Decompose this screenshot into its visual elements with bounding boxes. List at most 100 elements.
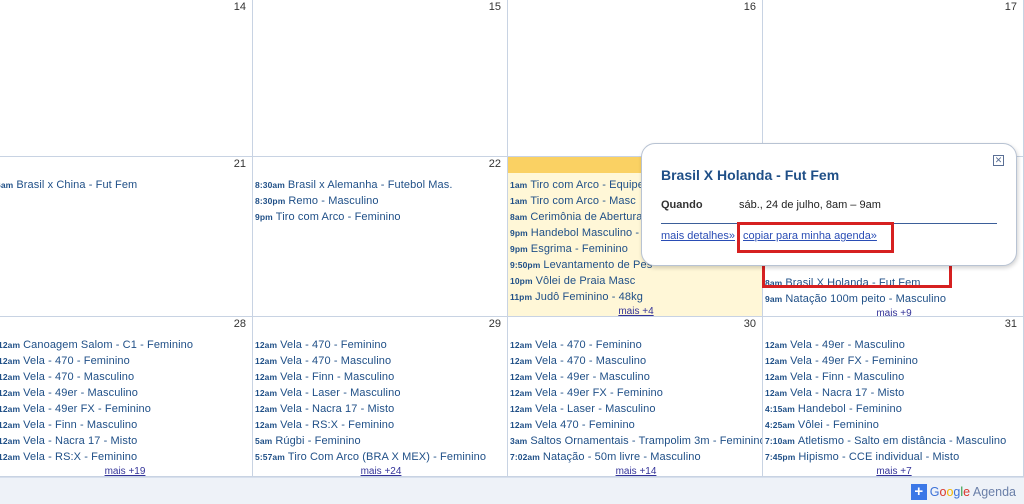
event-time: 9pm [255,212,273,222]
event-list: 12am Vela - 470 - Feminino 12am Vela - 470 … [255,337,507,476]
calendar-event[interactable]: 12am Canoagem Salom - C1 - Feminino [0,337,252,353]
calendar-event[interactable]: 7:02am Natação - 50m livre - Masculino [510,449,762,465]
event-title: Atletismo - Salto em distância - Masculi… [797,435,1007,447]
day-number[interactable]: 22 [489,158,501,170]
calendar-event[interactable]: 4:15am Handebol - Feminino [765,401,1023,417]
calendar-event[interactable]: 12am Vela - 470 - Masculino [510,353,762,369]
calendar-event[interactable]: 12am Vela - 470 - Feminino [510,337,762,353]
calendar-event[interactable]: 12am Vela - 49er FX - Feminino [765,353,1023,369]
calendar-event[interactable]: 7:45pm Hipismo - CCE individual - Misto [765,449,1023,465]
calendar-event[interactable]: 9am Natação 100m peito - Masculino [765,291,1023,307]
event-time: 12am [0,372,21,382]
day-cell[interactable]: 31 12am Vela - 49er - Masculino 12am Vela -… [763,317,1024,477]
day-number[interactable]: 30 [744,318,756,330]
event-time: 12am [765,356,788,366]
calendar-event[interactable]: 3am Saltos Ornamentais - Trampolim 3m - F… [510,433,762,449]
more-events-link[interactable]: mais +24 [255,465,507,476]
calendar-event[interactable]: 5:57am Tiro Com Arco (BRA X MEX) - Femini… [255,449,507,465]
more-events-link[interactable]: mais +14 [510,465,762,476]
calendar-event[interactable]: 4:25am Vôlei - Feminino [765,417,1023,433]
calendar-event[interactable]: 12am Vela - 49er - Masculino [765,337,1023,353]
event-time: 12am [765,372,788,382]
more-details-link[interactable]: mais detalhes» [661,230,735,242]
event-time: 5:57am [255,452,285,462]
calendar-event[interactable]: 12am Vela - 470 - Feminino [0,353,252,369]
calendar-event[interactable]: 7:10am Atletismo - Salto em distância - M… [765,433,1023,449]
day-cell[interactable]: 29 12am Vela - 470 - Feminino 12am Vela - 4… [253,317,508,477]
calendar-event[interactable]: 12am Vela - Laser - Masculino [510,401,762,417]
calendar-event[interactable]: 5am Rúgbi - Feminino [255,433,507,449]
event-list: 12am Canoagem Salom - C1 - Feminino 12am Ve… [0,337,252,476]
calendar-event[interactable]: 12am Vela - Finn - Masculino [765,369,1023,385]
day-cell[interactable]: 22 8:30am Brasil x Alemanha - Futebol Mas… [253,157,508,317]
close-icon[interactable]: ✕ [993,155,1004,166]
day-cell[interactable]: 30 12am Vela - 470 - Feminino 12am Vela - 4… [508,317,763,477]
calendar-event[interactable]: 12am Vela - Nacra 17 - Misto [765,385,1023,401]
calendar-event[interactable]: 12am Vela - 470 - Feminino [255,337,507,353]
event-list: 6amBrasil x China - Fut Fem [0,177,252,193]
calendar-event[interactable]: 12am Vela - Finn - Masculino [255,369,507,385]
more-events-link[interactable]: mais +7 [765,465,1023,476]
event-time: 12am [255,388,278,398]
calendar-event[interactable]: 12am Vela - 470 - Masculino [0,369,252,385]
day-number[interactable]: 17 [1005,1,1017,13]
calendar-event[interactable]: 9pm Tiro com Arco - Feminino [255,209,507,225]
day-number[interactable]: 31 [1005,318,1017,330]
calendar-event[interactable]: 12am Vela - 470 - Masculino [255,353,507,369]
calendar-event[interactable]: 12am Vela - Nacra 17 - Misto [255,401,507,417]
logo-text: Google Agenda [929,485,1016,499]
calendar-event[interactable]: 12am Vela - 49er - Masculino [0,385,252,401]
day-cell[interactable]: 28 12am Canoagem Salom - C1 - Feminino 12a… [0,317,253,477]
event-title: Vela - Finn - Masculino [280,371,395,383]
day-number[interactable]: 21 [234,158,246,170]
day-cell[interactable]: 16 [508,0,763,157]
popup-title: Brasil X Holanda - Fut Fem [661,167,840,183]
calendar-event[interactable]: 8:30pm Remo - Masculino [255,193,507,209]
calendar-event[interactable]: 12am Vela - RS:X - Feminino [0,449,252,465]
event-time: 12am [255,372,278,382]
day-cell[interactable]: 14 [0,0,253,157]
footer-bar: + Google Agenda [0,477,1024,504]
event-title: Esgrima - Feminino [530,243,628,255]
more-events-link[interactable]: mais +9 [765,307,1023,316]
event-time: 4:25am [765,420,795,430]
calendar-event[interactable]: 10pm Vôlei de Praia Masc [510,273,762,289]
day-cell[interactable]: 17 [763,0,1024,157]
calendar-event[interactable]: 12am Vela - Finn - Masculino [0,417,252,433]
event-title: Vela - RS:X - Feminino [280,419,395,431]
event-time: 12am [255,420,278,430]
day-number[interactable]: 14 [234,1,246,13]
day-number[interactable]: 16 [744,1,756,13]
calendar-event[interactable]: 12am Vela - 49er FX - Feminino [0,401,252,417]
day-number[interactable]: 29 [489,318,501,330]
more-events-link[interactable]: mais +19 [0,465,252,476]
calendar-event[interactable]: 12am Vela - 49er FX - Feminino [510,385,762,401]
calendar-event[interactable]: 8:30am Brasil x Alemanha - Futebol Mas. [255,177,507,193]
event-title: Vela - Nacra 17 - Misto [280,403,395,415]
event-title: Vela - Laser - Masculino [535,403,656,415]
event-time: 12am [0,340,21,350]
calendar-event[interactable]: 12am Vela - Laser - Masculino [255,385,507,401]
calendar-event[interactable]: 12am Vela 470 - Feminino [510,417,762,433]
google-agenda-logo[interactable]: + Google Agenda [910,483,1016,501]
event-title: Brasil x Alemanha - Futebol Mas. [287,179,453,191]
calendar-event[interactable]: 12am Vela - 49er - Masculino [510,369,762,385]
event-time: 11pm [510,292,533,302]
event-title: Vela - 49er - Masculino [23,387,138,399]
day-number[interactable]: 15 [489,1,501,13]
calendar-event[interactable]: 6amBrasil x China - Fut Fem [0,177,252,193]
event-time: 12am [510,388,533,398]
calendar-event[interactable]: 12am Vela - RS:X - Feminino [255,417,507,433]
event-title: Vela - Laser - Masculino [280,387,401,399]
calendar-event[interactable]: 11pm Judô Feminino - 48kg [510,289,762,305]
plus-icon: + [910,484,927,500]
event-title: Vela - 470 - Masculino [280,355,392,367]
event-time: 12am [255,340,278,350]
event-time: 12am [765,388,788,398]
more-events-link[interactable]: mais +4 [510,305,762,316]
calendar-event[interactable]: 12am Vela - Nacra 17 - Misto [0,433,252,449]
event-time: 9pm [510,228,528,238]
day-cell[interactable]: 15 [253,0,508,157]
day-cell[interactable]: 21 6amBrasil x China - Fut Fem [0,157,253,317]
day-number[interactable]: 28 [234,318,246,330]
